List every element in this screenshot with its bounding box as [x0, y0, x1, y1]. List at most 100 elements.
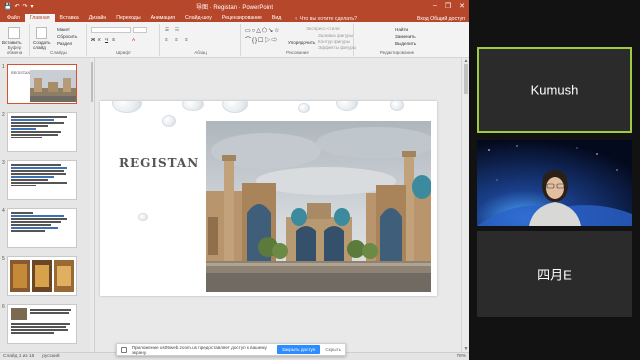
scrollbar-thumb[interactable]: [91, 62, 93, 102]
slide-thumbnail[interactable]: [7, 160, 77, 200]
tab-animations[interactable]: Анимация: [146, 14, 180, 22]
participant-name: Kumush: [530, 82, 579, 98]
screen-share-notification: Приложение us05web.zoom.us предоставляет…: [116, 343, 346, 356]
thumbnail-number: 3: [2, 160, 5, 166]
shapes-gallery-icon[interactable]: ▭○△⬠↘☆: [245, 27, 281, 34]
save-icon[interactable]: 💾: [4, 3, 11, 10]
zoom-level[interactable]: 78%: [456, 354, 466, 359]
find-button[interactable]: Найти: [395, 27, 408, 32]
shadow-icon[interactable]: S: [112, 37, 115, 42]
tab-design[interactable]: Дизайн: [84, 14, 111, 22]
tab-slideshow[interactable]: Слайд-шоу: [180, 14, 217, 22]
tab-view[interactable]: Вид: [267, 14, 286, 22]
slide-editor: REGISTAN ▲ ▼: [96, 58, 469, 352]
stop-sharing-button[interactable]: Закрыть доступ: [276, 345, 321, 354]
participant-video: [477, 140, 632, 226]
slide-counter: Слайд 1 из 16: [3, 354, 35, 359]
group-label: Редактирование: [379, 50, 415, 55]
slide-scrollbar[interactable]: ▲ ▼: [461, 58, 469, 352]
align-right-icon[interactable]: ≡: [185, 37, 188, 42]
thumbnail-number: 2: [2, 112, 5, 118]
water-drop-decoration: [336, 101, 358, 111]
group-font: Ж К Ч S A Шрифт: [88, 24, 160, 56]
minimize-button[interactable]: –: [433, 2, 437, 10]
group-label: Абзац: [194, 50, 207, 55]
italic-icon[interactable]: К: [98, 37, 101, 42]
interior-thumbnail-images: [10, 260, 74, 292]
layout-button[interactable]: Макет: [57, 27, 70, 32]
select-button[interactable]: Выделить: [395, 41, 416, 46]
underline-icon[interactable]: Ч: [105, 37, 108, 42]
shapes-gallery-icon-row2[interactable]: ⌒{}☐▷⇨: [245, 35, 278, 44]
slide-thumbnail[interactable]: [7, 256, 77, 296]
thumbnail-number: 6: [2, 304, 5, 310]
participant-video-tile[interactable]: [477, 140, 632, 226]
font-size-input[interactable]: [133, 27, 147, 33]
registan-photo[interactable]: [206, 121, 431, 292]
maximize-button[interactable]: ❐: [445, 2, 451, 10]
participant-tile[interactable]: Kumush: [477, 47, 632, 133]
thumbnail-number: 1: [2, 64, 5, 70]
quick-styles-button[interactable]: Экспресс-стили: [306, 26, 340, 31]
powerpoint-window: 💾 ↶ ↷ ▾ 导图 · Registan · PowerPoint – ❐ ✕…: [0, 0, 469, 360]
participant-name: 四月E: [537, 267, 572, 283]
numbering-icon[interactable]: ☷: [175, 27, 179, 33]
group-label: Шрифт: [116, 50, 131, 55]
screen-share-icon: [121, 346, 127, 353]
thumbnail-number: 4: [2, 208, 5, 214]
replace-button[interactable]: Заменить: [395, 34, 416, 39]
font-color-icon[interactable]: A: [132, 37, 135, 42]
water-drop-decoration: [162, 115, 176, 127]
shape-fill-button[interactable]: Заливка фигуры: [318, 33, 353, 38]
reset-button[interactable]: Сбросить: [57, 34, 77, 39]
water-drop-decoration: [112, 101, 142, 113]
water-drop-decoration: [182, 101, 204, 111]
ribbon: Вставить Буфер обмена Создать слайд Маке…: [0, 22, 469, 58]
slide-title[interactable]: REGISTAN: [119, 156, 199, 170]
water-drop-decoration: [222, 101, 248, 113]
hide-notification-button[interactable]: Скрыть: [325, 347, 341, 352]
align-center-icon[interactable]: ≡: [175, 37, 178, 42]
slide-thumbnail[interactable]: [7, 208, 77, 248]
tab-home[interactable]: Главная: [24, 14, 55, 22]
language-indicator[interactable]: русский: [42, 354, 59, 359]
slide-thumbnail[interactable]: REGISTAN: [7, 64, 77, 104]
registan-thumbnail-image: [30, 70, 76, 102]
close-button[interactable]: ✕: [459, 2, 465, 10]
thumbnail-scrollbar[interactable]: [90, 58, 94, 352]
undo-icon[interactable]: ↶: [14, 3, 19, 10]
water-drop-decoration: [138, 213, 148, 221]
font-name-input[interactable]: [91, 27, 131, 33]
participant-tile[interactable]: 四月E: [477, 231, 632, 317]
current-slide[interactable]: REGISTAN: [100, 101, 437, 296]
tab-insert[interactable]: Вставка: [55, 14, 84, 22]
new-slide-icon[interactable]: [36, 27, 47, 39]
slide-thumbnail[interactable]: [7, 112, 77, 152]
new-slide-button[interactable]: Создать слайд: [33, 40, 53, 50]
redo-icon[interactable]: ↷: [23, 3, 28, 10]
customize-icon[interactable]: ▾: [31, 3, 34, 10]
title-bar: 💾 ↶ ↷ ▾ 导图 · Registan · PowerPoint – ❐ ✕: [0, 0, 469, 12]
group-slides: Создать слайд Макет Сбросить Раздел Слай…: [31, 24, 87, 56]
tab-transitions[interactable]: Переходы: [111, 14, 145, 22]
scrollbar-thumb[interactable]: [464, 64, 468, 94]
slide-thumbnail[interactable]: [7, 304, 77, 344]
thumbnail-title: REGISTAN: [11, 71, 31, 75]
paste-icon[interactable]: [8, 27, 20, 39]
group-editing: Найти Заменить Выделить Редактирование: [355, 24, 469, 56]
section-button[interactable]: Раздел: [57, 41, 72, 46]
tab-file[interactable]: Файл: [2, 14, 25, 22]
group-clipboard: Вставить Буфер обмена: [0, 24, 30, 56]
arrange-button[interactable]: Упорядочить: [288, 40, 315, 45]
water-drop-decoration: [298, 103, 310, 113]
slide-thumbnail-pane: 1 REGISTAN 2 3 4 5 6: [0, 58, 95, 352]
group-paragraph: ☰ ☷ ≡ ≡ ≡ Абзац: [161, 24, 241, 56]
quick-access-toolbar: 💾 ↶ ↷ ▾: [0, 3, 34, 10]
shape-outline-button[interactable]: Контур фигуры: [318, 39, 350, 44]
thumbnail-image: [11, 308, 27, 320]
align-left-icon[interactable]: ≡: [165, 37, 168, 42]
tab-review[interactable]: Рецензирование: [217, 14, 267, 22]
bullets-icon[interactable]: ☰: [165, 27, 169, 33]
participants-panel: Kumush 四月E: [469, 0, 640, 360]
bold-icon[interactable]: Ж: [91, 37, 95, 42]
